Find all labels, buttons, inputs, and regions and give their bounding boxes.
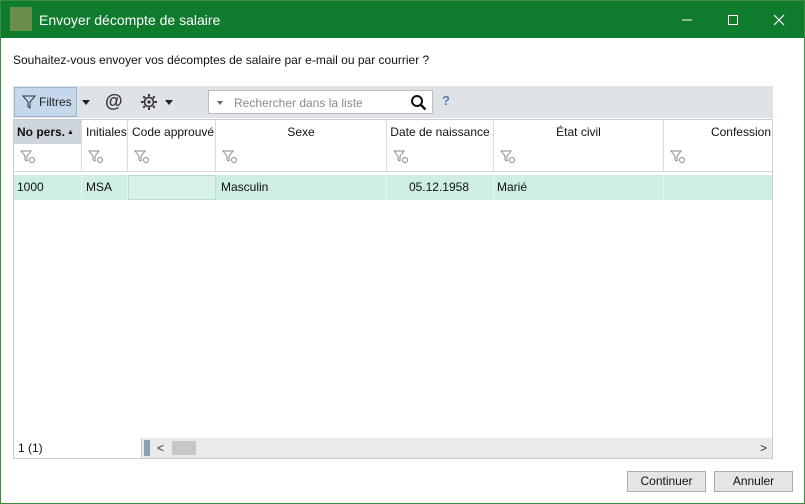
column-filter-icon	[670, 150, 685, 163]
cell-etat-civil[interactable]: Marié	[494, 175, 664, 200]
close-button[interactable]	[756, 1, 802, 38]
scroll-left-button[interactable]: <	[157, 441, 164, 455]
cell-code-approuve[interactable]	[128, 175, 216, 200]
column-header-date-de-naissance[interactable]: Date de naissance	[387, 120, 494, 144]
chevron-down-icon	[82, 100, 90, 105]
search-icon[interactable]	[410, 94, 427, 111]
email-button[interactable]: @	[105, 91, 123, 112]
column-filter-cell[interactable]	[82, 144, 128, 171]
search-scope-dropdown-icon[interactable]	[217, 101, 223, 105]
close-icon	[773, 14, 785, 25]
maximize-button[interactable]	[710, 1, 756, 38]
column-header-sexe[interactable]: Sexe	[216, 120, 387, 144]
column-filter-icon	[88, 150, 103, 163]
search-input[interactable]: Rechercher dans la liste	[208, 90, 433, 114]
filter-label: Filtres	[39, 95, 72, 109]
column-header-label: No pers.	[17, 125, 66, 139]
column-filter-cell[interactable]	[387, 144, 494, 171]
footer-splitter-handle[interactable]	[144, 440, 150, 456]
sort-ascending-icon: ▲	[67, 129, 74, 136]
settings-button[interactable]	[140, 93, 158, 114]
horizontal-scrollbar-thumb[interactable]	[172, 441, 196, 455]
employee-grid: No pers. ▲ Initiales Code approuvé Sexe D…	[13, 119, 773, 459]
column-filter-cell[interactable]	[216, 144, 387, 171]
dialog-window: Envoyer décompte de salaire Souhaitez-vo…	[0, 0, 805, 504]
grid-footer: 1 (1) < >	[14, 438, 772, 458]
continue-button[interactable]: Continuer	[627, 471, 706, 492]
gear-icon	[141, 94, 157, 110]
column-filter-cell[interactable]	[664, 144, 772, 171]
table-row[interactable]: 1000 MSA Masculin 05.12.1958 Marié	[14, 175, 772, 200]
column-filter-icon	[222, 150, 237, 163]
column-header-etat-civil[interactable]: État civil	[494, 120, 664, 144]
column-header-initiales[interactable]: Initiales	[82, 120, 128, 144]
column-header-code-approuve[interactable]: Code approuvé	[128, 120, 216, 144]
filter-dropdown-button[interactable]	[82, 86, 90, 118]
column-filter-icon	[20, 150, 35, 163]
cell-confession[interactable]	[664, 175, 772, 200]
column-header-no-pers[interactable]: No pers. ▲	[14, 120, 82, 144]
prompt-text: Souhaitez-vous envoyer vos décomptes de …	[13, 53, 430, 67]
cancel-button[interactable]: Annuler	[714, 471, 793, 492]
title-bar: Envoyer décompte de salaire	[1, 1, 804, 38]
minimize-button[interactable]	[664, 1, 710, 38]
filter-row	[14, 144, 772, 172]
cell-sexe[interactable]: Masculin	[216, 175, 387, 200]
column-filter-cell[interactable]	[494, 144, 664, 171]
filter-icon	[22, 95, 36, 109]
minimize-icon	[682, 19, 692, 20]
chevron-down-icon	[165, 100, 173, 105]
column-filter-cell[interactable]	[128, 144, 216, 171]
column-filter-icon	[134, 150, 149, 163]
scroll-right-button[interactable]: >	[760, 441, 767, 455]
filter-button[interactable]: Filtres	[14, 87, 77, 117]
column-header-confession[interactable]: Confession	[664, 120, 772, 144]
app-icon	[10, 7, 32, 31]
record-count: 1 (1)	[14, 438, 142, 458]
column-filter-cell[interactable]	[14, 144, 82, 171]
window-title: Envoyer décompte de salaire	[39, 12, 221, 28]
cell-date-de-naissance[interactable]: 05.12.1958	[387, 175, 494, 200]
cell-no-pers[interactable]: 1000	[14, 175, 82, 200]
cell-initiales[interactable]: MSA	[82, 175, 128, 200]
settings-dropdown-button[interactable]	[165, 86, 173, 118]
grid-toolbar: Filtres @ Rechercher dans la liste ?	[13, 86, 773, 118]
help-button[interactable]: ?	[442, 93, 450, 108]
maximize-icon	[728, 14, 738, 25]
column-filter-icon	[500, 150, 515, 163]
search-placeholder: Rechercher dans la liste	[234, 96, 363, 110]
column-filter-icon	[393, 150, 408, 163]
grid-header: No pers. ▲ Initiales Code approuvé Sexe D…	[14, 120, 772, 145]
